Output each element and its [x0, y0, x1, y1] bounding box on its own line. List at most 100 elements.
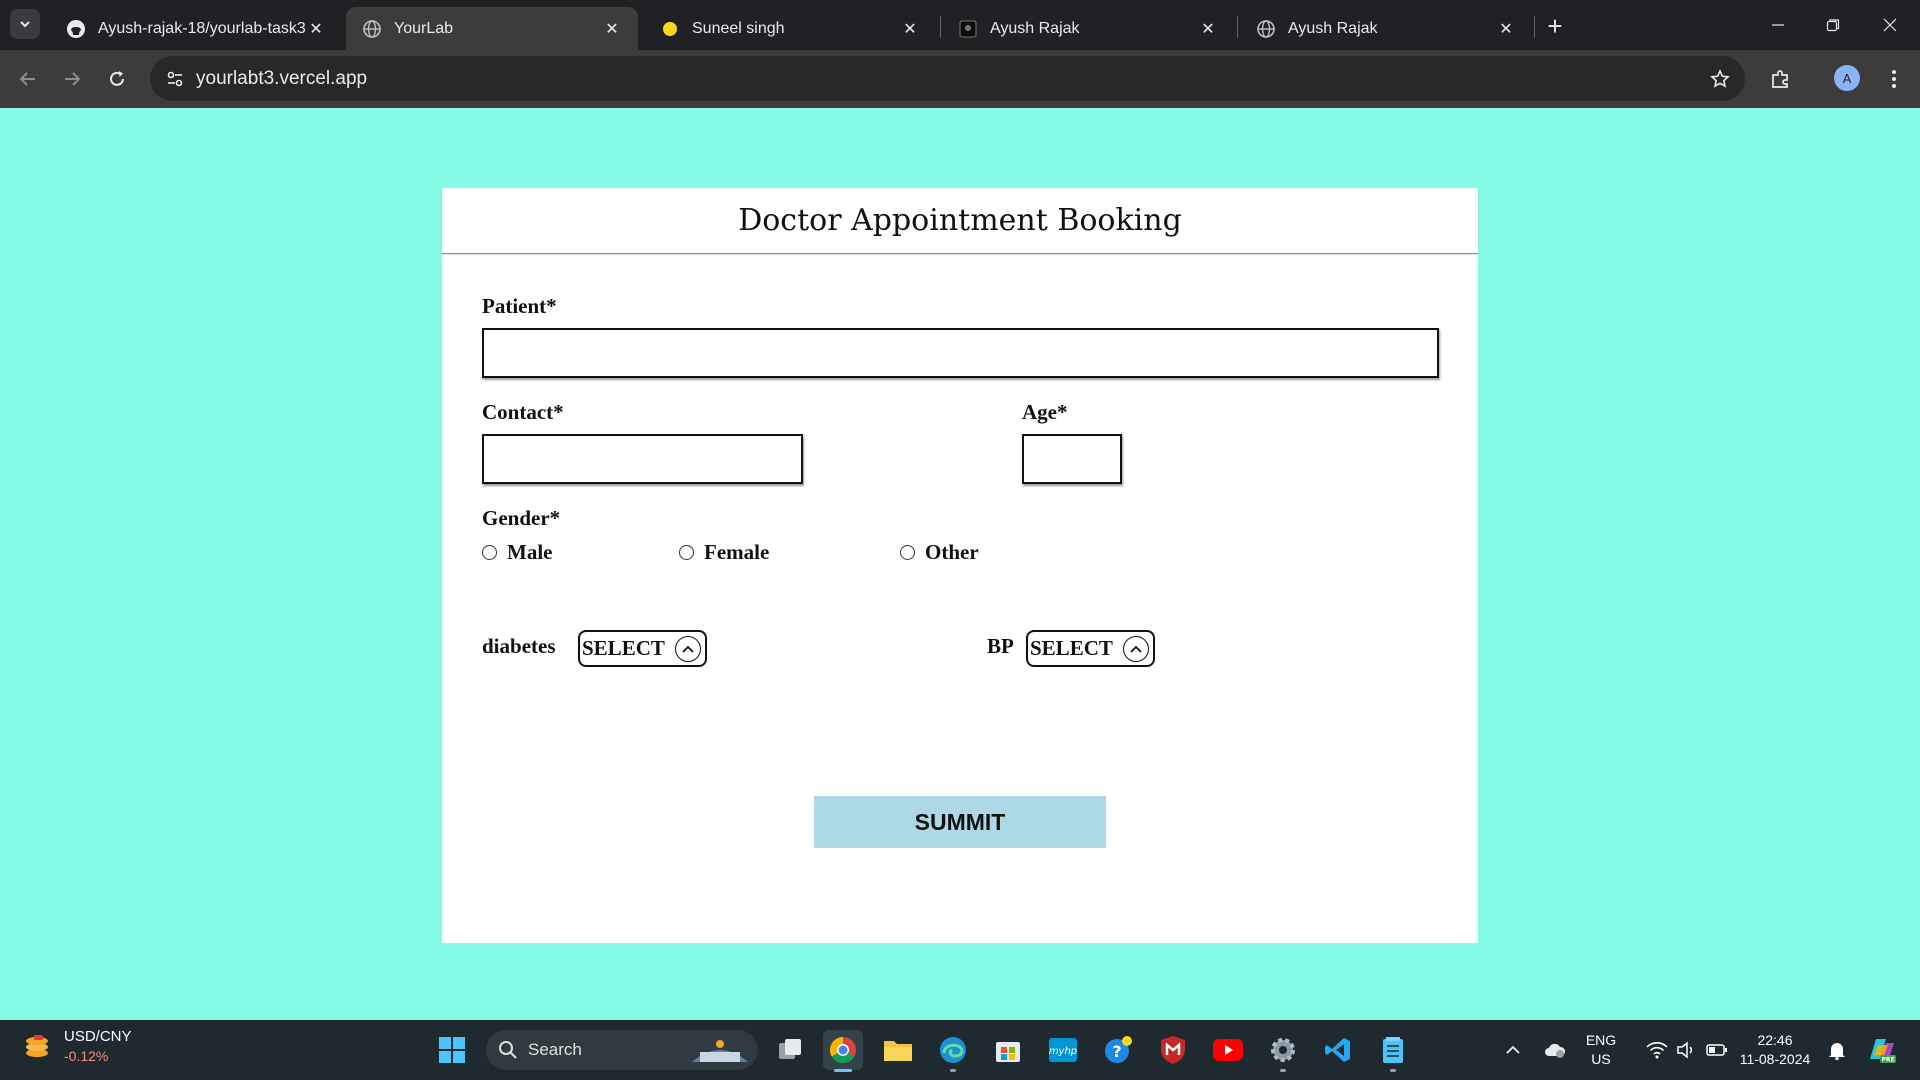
patient-label: Patient* [482, 294, 557, 318]
menu-button[interactable] [1878, 63, 1910, 95]
profile-avatar[interactable]: A [1834, 65, 1860, 91]
close-icon [1883, 18, 1897, 32]
search-icon [499, 1041, 517, 1059]
reload-button[interactable] [101, 63, 133, 95]
active-indicator [834, 1069, 852, 1072]
notifications-button[interactable] [1822, 1020, 1852, 1080]
gender-option-male[interactable]: Male [482, 540, 552, 565]
select-text: SELECT [1030, 636, 1113, 660]
taskbar-search[interactable]: Search [486, 1030, 758, 1070]
edge-button[interactable] [933, 1030, 973, 1072]
bell-icon [1829, 1043, 1845, 1060]
hp-app-button[interactable]: myhp [1043, 1030, 1083, 1070]
radio-button[interactable] [900, 545, 915, 560]
radio-button[interactable] [482, 545, 497, 560]
close-icon[interactable]: ✕ [1496, 19, 1516, 39]
close-icon[interactable]: ✕ [306, 19, 326, 39]
radio-button[interactable] [679, 545, 694, 560]
tab-github[interactable]: Ayush-rajak-18/yourlab-task3 ✕ [50, 7, 342, 50]
patient-input[interactable] [482, 328, 1439, 378]
age-input[interactable] [1022, 434, 1122, 484]
chrome-taskbar-button[interactable] [823, 1030, 863, 1072]
clock[interactable]: 22:46 11-08-2024 [1730, 1020, 1820, 1080]
tab-title: YourLab [394, 19, 454, 37]
reload-icon [110, 71, 124, 86]
task-view-button[interactable] [770, 1030, 810, 1070]
url-text[interactable]: yourlabt3.vercel.app [196, 68, 367, 90]
running-indicator [1390, 1069, 1396, 1072]
windows-icon [439, 1037, 465, 1063]
tab-title: Ayush Rajak [990, 19, 1080, 37]
folder-icon [884, 1041, 912, 1061]
mcafee-button[interactable] [1153, 1030, 1193, 1070]
language-indicator[interactable]: ENG US [1578, 1020, 1624, 1080]
bookmark-star-icon[interactable] [1705, 64, 1735, 94]
diabetes-select[interactable]: SELECT [578, 630, 707, 667]
tab-search-button[interactable] [10, 9, 40, 39]
start-button[interactable] [432, 1030, 472, 1070]
browser-toolbar: yourlabt3.vercel.app A [0, 50, 1920, 108]
search-highlight-icon [692, 1040, 748, 1062]
clock-date: 11-08-2024 [1739, 1051, 1811, 1067]
settings-button[interactable] [1263, 1030, 1303, 1072]
speaker-icon [1677, 1041, 1693, 1059]
browser-tab-bar: Ayush-rajak-18/yourlab-task3 ✕ YourLab ✕… [0, 0, 1920, 50]
kebab-menu-icon [1892, 70, 1896, 88]
minimize-button[interactable] [1758, 10, 1798, 40]
gear-icon [1271, 1038, 1295, 1062]
gender-option-female[interactable]: Female [679, 540, 769, 565]
battery-icon [1706, 1044, 1727, 1056]
tab-title: Suneel singh [692, 19, 785, 37]
clock-time: 22:46 [1757, 1032, 1793, 1048]
contact-input[interactable] [482, 434, 803, 484]
wifi-icon [1646, 1042, 1668, 1059]
puzzle-icon [1772, 70, 1788, 88]
language-code: ENG [1585, 1032, 1617, 1048]
onedrive-tray[interactable] [1538, 1020, 1572, 1080]
extensions-button[interactable] [1765, 63, 1797, 95]
forward-button[interactable] [56, 63, 88, 95]
vscode-button[interactable] [1318, 1030, 1358, 1070]
submit-button[interactable]: SUMMIT [814, 796, 1106, 848]
quick-settings[interactable] [1632, 1020, 1742, 1080]
weather-widget[interactable]: USD/CNY -0.12% [20, 1028, 132, 1064]
help-button[interactable]: ? [1098, 1030, 1138, 1070]
tab-ayush-2[interactable]: Ayush Rajak ✕ [1240, 7, 1532, 50]
tab-ayush-1[interactable]: Ayush Rajak ✕ [942, 7, 1234, 50]
task-view-icon [779, 1039, 801, 1059]
hp-icon: myhp [1049, 1038, 1077, 1062]
copilot-icon: PRE [1870, 1039, 1896, 1064]
taskbar: USD/CNY -0.12% Search myhp ? ENG US 22:4… [0, 1020, 1920, 1080]
widget-value: -0.12% [64, 1048, 109, 1064]
tab-title: Ayush Rajak [1288, 19, 1378, 37]
show-hidden-icons-button[interactable] [1498, 1020, 1528, 1080]
gender-option-other[interactable]: Other [900, 540, 979, 565]
edge-icon [940, 1037, 966, 1063]
site-info-icon[interactable] [160, 64, 190, 94]
notepad-button[interactable] [1373, 1030, 1413, 1072]
close-icon[interactable]: ✕ [602, 19, 622, 39]
chevron-up-icon [1122, 635, 1149, 662]
bp-label: BP [987, 634, 1014, 658]
svg-text:myhp: myhp [1049, 1046, 1077, 1057]
close-window-button[interactable] [1870, 10, 1910, 40]
back-arrow-icon [19, 72, 35, 86]
copilot-button[interactable]: PRE [1862, 1020, 1902, 1080]
close-icon[interactable]: ✕ [1198, 19, 1218, 39]
file-explorer-button[interactable] [878, 1030, 918, 1070]
tab-separator [1237, 16, 1238, 38]
bp-select[interactable]: SELECT [1026, 630, 1155, 667]
tab-suneel[interactable]: Suneel singh ✕ [644, 7, 936, 50]
youtube-button[interactable] [1208, 1030, 1248, 1070]
running-indicator [950, 1069, 956, 1072]
store-button[interactable] [988, 1030, 1028, 1070]
github-icon [66, 19, 86, 39]
radio-label: Other [925, 540, 979, 564]
close-icon[interactable]: ✕ [900, 19, 920, 39]
address-bar[interactable]: yourlabt3.vercel.app [150, 56, 1745, 101]
restore-icon [1826, 19, 1840, 32]
new-tab-button[interactable]: + [1540, 11, 1570, 41]
tab-yourlab[interactable]: YourLab ✕ [346, 7, 638, 50]
restore-button[interactable] [1813, 10, 1853, 40]
back-button[interactable] [12, 63, 44, 95]
